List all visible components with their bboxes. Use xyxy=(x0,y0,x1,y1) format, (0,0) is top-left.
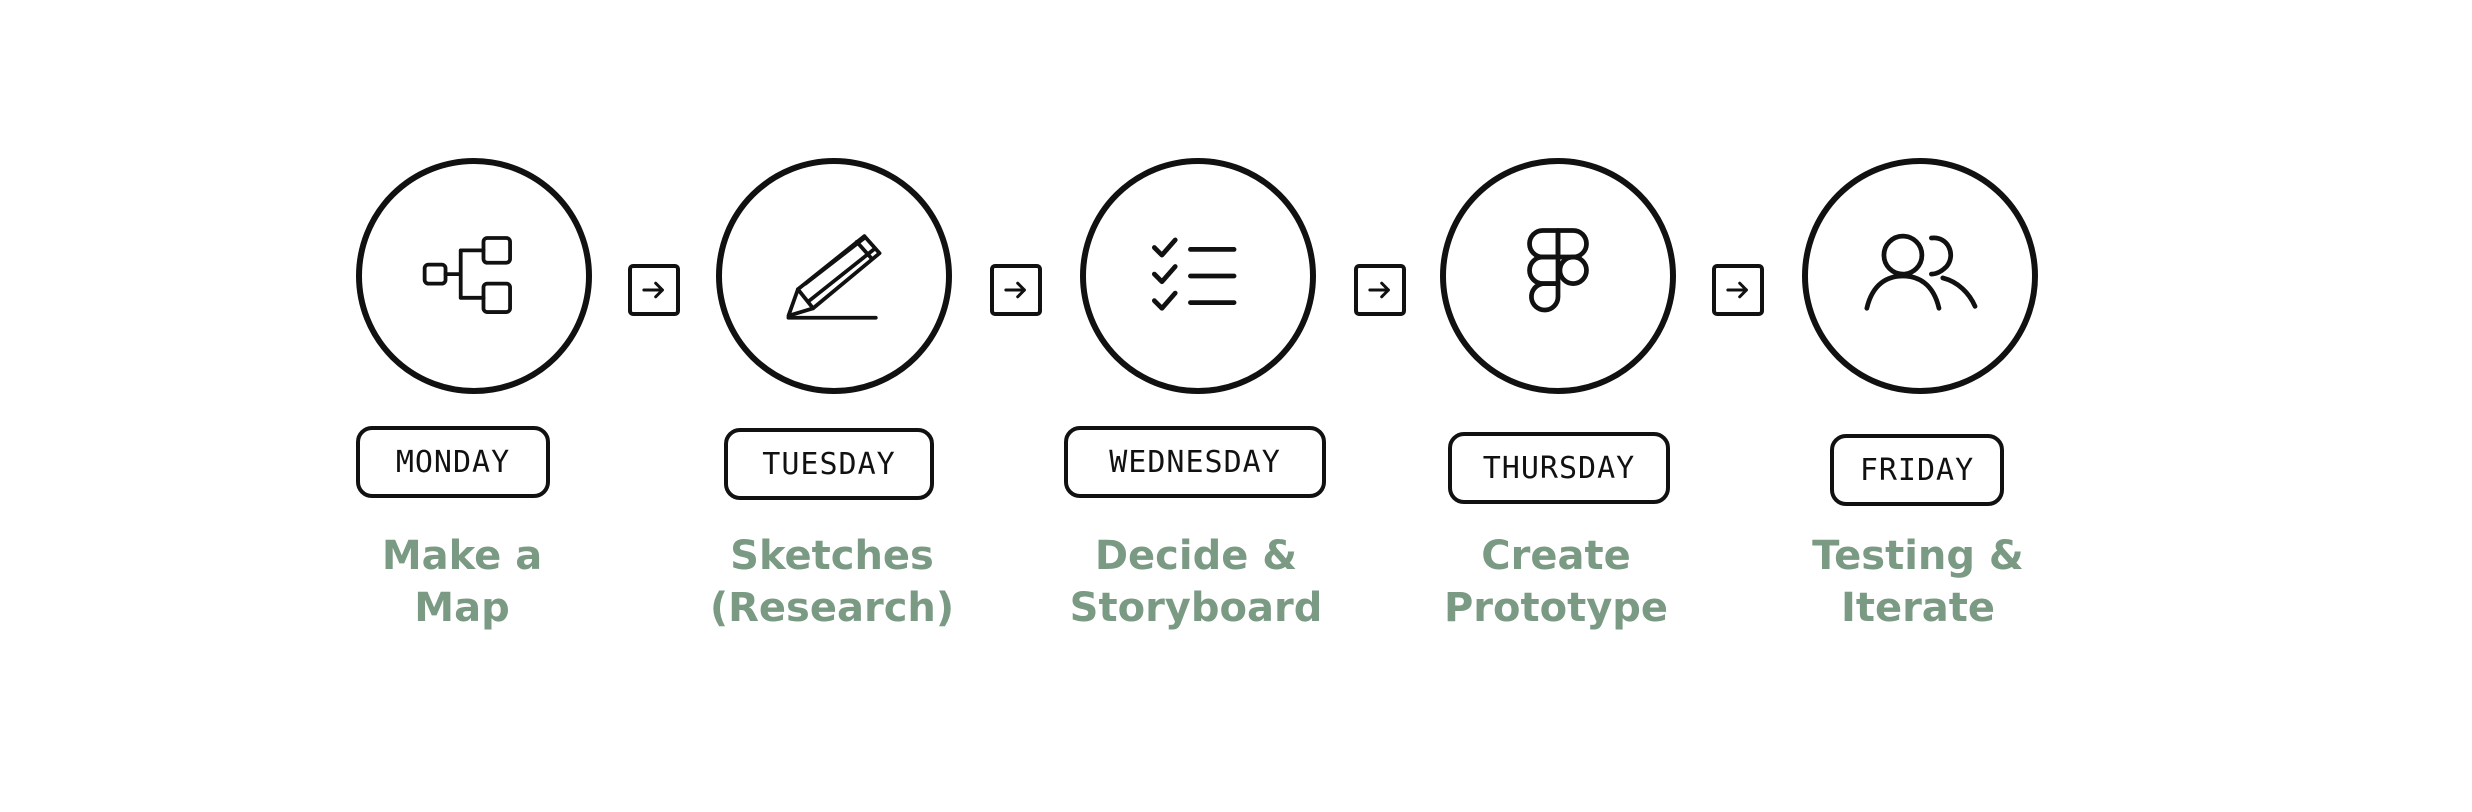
caption-line: Create xyxy=(1481,533,1631,579)
day-tag-friday: FRIDAY xyxy=(1830,434,2004,506)
arrow-box-1 xyxy=(628,264,680,316)
figma-logo-icon xyxy=(1527,228,1589,313)
caption-line: (Research) xyxy=(709,585,955,631)
day-tag-tuesday: TUESDAY xyxy=(724,428,934,500)
step-circle-wednesday xyxy=(1080,158,1316,394)
arrow-box-3 xyxy=(1354,264,1406,316)
step-circle-monday xyxy=(356,158,592,394)
caption-friday: Testing & Iterate xyxy=(1768,530,2068,634)
checklist-icon xyxy=(1151,237,1237,311)
arrow-right-icon xyxy=(1004,281,1026,299)
caption-line: Sketches xyxy=(730,533,934,579)
step-circle-tuesday xyxy=(716,158,952,394)
step-circle-thursday xyxy=(1440,158,1676,394)
caption-line: Decide & xyxy=(1094,533,1298,579)
arrow-right-icon xyxy=(1368,281,1390,299)
caption-line: Prototype xyxy=(1443,585,1669,631)
step-circle-friday xyxy=(1802,158,2038,394)
arrow-right-icon xyxy=(1726,281,1748,299)
arrow-box-2 xyxy=(990,264,1042,316)
day-tag-thursday: THURSDAY xyxy=(1448,432,1670,504)
caption-line: Iterate xyxy=(1840,585,1996,631)
caption-wednesday: Decide & Storyboard xyxy=(1046,530,1346,634)
arrow-box-4 xyxy=(1712,264,1764,316)
arrow-right-icon xyxy=(642,281,664,299)
users-icon xyxy=(1864,233,1978,311)
flowchart-icon xyxy=(422,236,512,314)
day-tag-wednesday: WEDNESDAY xyxy=(1064,426,1326,498)
caption-thursday: Create Prototype xyxy=(1406,530,1706,634)
design-sprint-diagram: MONDAY TUESDAY WEDNESDAY THURSDAY FRIDAY… xyxy=(0,0,2472,812)
caption-monday: Make a Map xyxy=(312,530,612,634)
caption-line: Testing & xyxy=(1812,533,2024,579)
pencil-icon xyxy=(786,234,882,320)
caption-tuesday: Sketches (Research) xyxy=(682,530,982,634)
caption-line: Map xyxy=(414,585,510,631)
caption-line: Storyboard xyxy=(1069,585,1323,631)
day-tag-monday: MONDAY xyxy=(356,426,550,498)
caption-line: Make a xyxy=(381,533,543,579)
